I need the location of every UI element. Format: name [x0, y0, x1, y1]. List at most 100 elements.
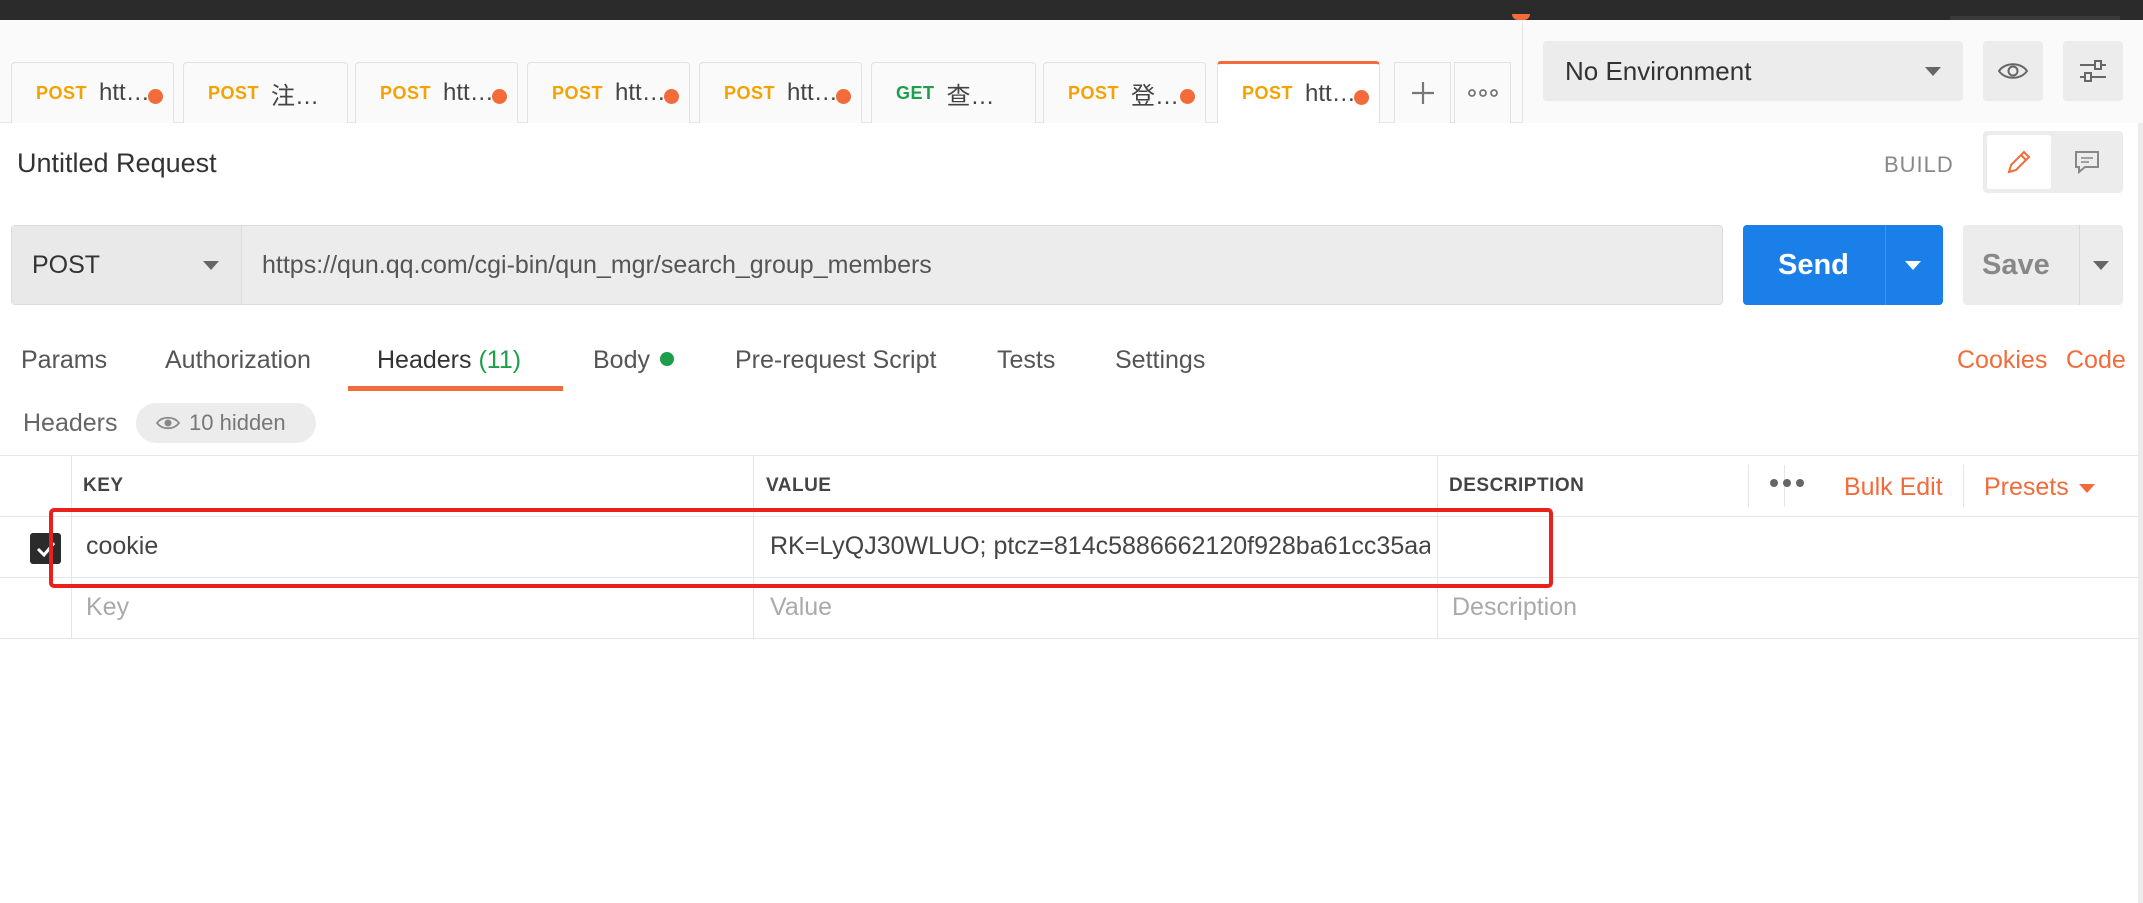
request-tab-8-active[interactable]: POST htt…: [1217, 61, 1380, 123]
code-link[interactable]: Code: [2066, 346, 2126, 375]
tab-headers-label: Headers: [377, 346, 472, 374]
tab-params[interactable]: Params: [21, 346, 107, 375]
tab-method-label: POST: [724, 82, 776, 103]
url-input[interactable]: https://qun.qq.com/cgi-bin/qun_mgr/searc…: [262, 226, 932, 304]
tab-headers[interactable]: Headers (11): [377, 346, 521, 375]
request-url-bar: POST https://qun.qq.com/cgi-bin/qun_mgr/…: [11, 225, 1723, 305]
tab-more-button[interactable]: [1454, 62, 1511, 123]
request-tab-4[interactable]: POST htt…: [527, 62, 690, 123]
chevron-down-icon: [1925, 67, 1941, 76]
tab-method-label: GET: [896, 82, 935, 103]
bulk-edit-link[interactable]: Bulk Edit: [1844, 473, 1943, 502]
environment-select[interactable]: No Environment: [1543, 41, 1963, 101]
unsaved-dot-icon: [492, 89, 507, 104]
pencil-icon: [2007, 150, 2031, 174]
header-value-cell[interactable]: RK=LyQJ30WLUO; ptcz=814c5886662120f928ba…: [770, 532, 1430, 561]
table-border: [0, 516, 2143, 517]
tab-method-label: POST: [36, 82, 88, 103]
request-tab-5[interactable]: POST htt…: [699, 62, 862, 123]
tab-name-label: 注…: [271, 82, 320, 110]
unsaved-dot-icon: [664, 89, 679, 104]
tab-method-label: POST: [1242, 83, 1294, 103]
tab-method-label: POST: [380, 82, 432, 103]
request-tab-2[interactable]: POST 注…: [183, 62, 348, 123]
tab-method-label: POST: [552, 82, 604, 103]
new-description-input[interactable]: Description: [1452, 593, 1577, 622]
edit-mode-button[interactable]: [1987, 135, 2051, 189]
environment-selected-label: No Environment: [1565, 55, 1752, 86]
request-tab-1[interactable]: POST htt…: [11, 62, 174, 123]
new-tab-button[interactable]: [1394, 62, 1451, 123]
environment-quick-look-button[interactable]: [1983, 41, 2043, 101]
new-value-input[interactable]: Value: [770, 593, 832, 622]
chevron-down-icon: [203, 261, 219, 270]
sliders-icon: [2080, 60, 2106, 82]
tab-name-label: htt…: [787, 79, 838, 106]
send-button-divider: [1885, 225, 1886, 305]
manage-environments-button[interactable]: [2063, 41, 2123, 101]
table-border: [0, 638, 2143, 639]
header-key-cell[interactable]: cookie: [86, 532, 158, 561]
tab-name-label: 查…: [946, 82, 995, 110]
send-options-chevron-icon[interactable]: [1905, 261, 1921, 270]
tab-body[interactable]: Body: [593, 346, 674, 375]
table-border: [0, 577, 2143, 578]
save-button[interactable]: Save: [1963, 225, 2123, 305]
save-button-divider: [2079, 225, 2080, 305]
tab-name-label: htt…: [1305, 79, 1356, 107]
request-tab-3[interactable]: POST htt…: [355, 62, 518, 123]
check-icon: [36, 541, 55, 557]
headers-table: KEY VALUE DESCRIPTION Bulk Edit Presets …: [0, 455, 2143, 640]
new-key-input[interactable]: Key: [86, 593, 129, 622]
tab-prerequest-script[interactable]: Pre-request Script: [735, 346, 936, 375]
save-options-chevron-icon[interactable]: [2093, 261, 2109, 270]
mode-toggle-group: [1983, 131, 2123, 193]
method-select[interactable]: POST: [12, 226, 242, 304]
unsaved-dot-icon: [148, 89, 163, 104]
eye-icon: [1997, 63, 2029, 79]
headers-section-label: Headers: [23, 409, 118, 437]
table-divider: [1437, 455, 1438, 639]
unsaved-dot-icon: [1354, 90, 1369, 105]
method-selected-label: POST: [32, 250, 101, 279]
body-indicator-dot-icon: [659, 352, 674, 367]
chevron-down-icon: [2078, 483, 2095, 493]
window-top-bar: [0, 0, 2143, 20]
tab-name-label: 登…: [1131, 82, 1180, 110]
plus-icon: [1411, 82, 1434, 104]
cookies-link[interactable]: Cookies: [1957, 346, 2047, 375]
build-mode-label: BUILD: [1884, 152, 1954, 177]
table-divider: [1963, 465, 1964, 507]
send-button[interactable]: Send: [1743, 225, 1943, 305]
headers-count-badge: (11): [478, 346, 522, 374]
request-tab-strip: POST htt… POST 注… POST htt… POST htt… PO…: [0, 20, 1522, 123]
request-title[interactable]: Untitled Request: [17, 148, 217, 179]
tab-method-label: POST: [208, 82, 260, 103]
save-button-label: Save: [1982, 248, 2050, 281]
hidden-headers-toggle[interactable]: 10 hidden: [136, 403, 316, 443]
table-divider: [71, 455, 72, 639]
hidden-headers-count: 10 hidden: [189, 410, 286, 435]
tab-authorization[interactable]: Authorization: [165, 346, 311, 375]
request-tab-7[interactable]: POST 登…: [1043, 62, 1206, 123]
active-tab-underline: [348, 386, 563, 391]
tab-name-label: htt…: [443, 79, 494, 106]
column-header-description: DESCRIPTION: [1449, 475, 1585, 496]
table-border: [0, 455, 2143, 456]
scrollbar-track[interactable]: [2138, 123, 2143, 903]
request-tab-6[interactable]: GET 查…: [871, 62, 1036, 123]
tab-body-label: Body: [593, 346, 650, 374]
unsaved-dot-icon: [1180, 89, 1195, 104]
presets-dropdown[interactable]: Presets: [1984, 473, 2095, 502]
tab-settings[interactable]: Settings: [1115, 346, 1205, 375]
eye-icon: [156, 416, 180, 430]
tab-tests[interactable]: Tests: [997, 346, 1055, 375]
table-options-more-icon[interactable]: [1770, 479, 1804, 487]
presets-label: Presets: [1984, 473, 2069, 501]
tab-name-label: htt…: [615, 79, 666, 106]
unsaved-dot-icon: [836, 89, 851, 104]
comments-mode-button[interactable]: [2055, 135, 2119, 189]
request-sub-tabs: Params Authorization Headers (11) Body P…: [0, 335, 2143, 395]
tab-method-label: POST: [1068, 82, 1120, 103]
header-enabled-checkbox[interactable]: [30, 533, 61, 564]
